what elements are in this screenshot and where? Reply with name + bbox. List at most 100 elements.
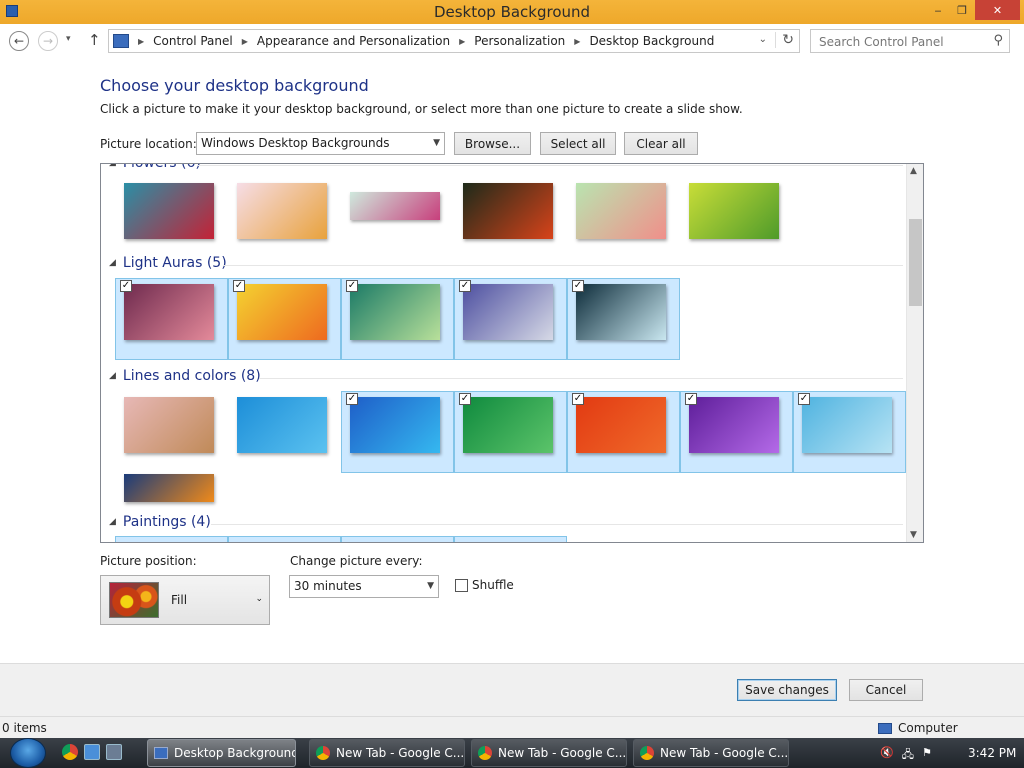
thumbnail-checkbox[interactable]: ✓ <box>120 280 132 292</box>
gallery-thumbnail[interactable]: ✓ <box>454 278 567 360</box>
gallery-thumbnail[interactable]: ✓ <box>454 391 567 473</box>
forward-button[interactable]: → <box>38 31 58 51</box>
gallery-scrollbar[interactable]: ▲ ▼ <box>906 164 923 542</box>
back-button[interactable]: ← <box>9 31 29 51</box>
taskbar-item-chrome[interactable]: New Tab - Google C... <box>633 739 789 767</box>
gallery-thumbnail[interactable] <box>567 177 680 259</box>
maximize-button[interactable]: ❐ <box>951 0 973 20</box>
shuffle-label[interactable]: Shuffle <box>472 578 514 592</box>
collapse-triangle-icon[interactable]: ◢ <box>109 164 116 168</box>
chevron-down-icon[interactable]: ⌄ <box>759 34 767 45</box>
wallpaper-preview-image <box>237 284 327 340</box>
action-center-icon[interactable]: ⚑ <box>922 746 932 765</box>
volume-muted-icon[interactable]: 🔇 <box>880 746 894 765</box>
thumbnail-checkbox[interactable]: ✓ <box>346 280 358 292</box>
collapse-triangle-icon[interactable]: ◢ <box>109 371 116 381</box>
collapse-triangle-icon[interactable]: ◢ <box>109 517 116 527</box>
gallery-thumbnail[interactable] <box>115 536 228 542</box>
gallery-thumbnail[interactable] <box>228 177 341 259</box>
thumbnail-checkbox[interactable]: ✓ <box>572 393 584 405</box>
gallery-group-header[interactable]: ◢ Lines and colors (8) <box>109 368 261 384</box>
clear-all-button[interactable]: Clear all <box>624 132 698 155</box>
gallery-thumbnail[interactable] <box>454 177 567 259</box>
chevron-down-icon: ▼ <box>427 581 434 591</box>
start-button[interactable] <box>10 738 46 768</box>
scroll-up-icon[interactable]: ▲ <box>910 166 917 176</box>
gallery-thumbnail[interactable] <box>341 536 454 542</box>
breadcrumb-personalization[interactable]: Personalization <box>474 34 565 48</box>
shuffle-checkbox[interactable] <box>455 579 468 592</box>
chrome-icon[interactable] <box>62 744 78 760</box>
search-input[interactable]: Search Control Panel ⚲ <box>810 29 1010 53</box>
thumbnail-checkbox[interactable]: ✓ <box>572 280 584 292</box>
wallpaper-preview-image <box>689 183 779 239</box>
breadcrumb-desktop-background[interactable]: Desktop Background <box>589 34 714 48</box>
search-icon[interactable]: ⚲ <box>993 33 1003 48</box>
task-label: Desktop Background <box>174 746 296 760</box>
gallery-thumbnail[interactable] <box>115 177 228 259</box>
gallery-thumbnail[interactable] <box>341 177 454 259</box>
chevron-down-icon: ▼ <box>433 138 440 148</box>
address-bar[interactable]: ▶ Control Panel ▶ Appearance and Persona… <box>108 29 800 53</box>
group-name: Lines and colors (8) <box>122 368 261 384</box>
network-icon[interactable]: 🖧 <box>902 746 914 765</box>
taskbar-item-desktop-background[interactable]: Desktop Background <box>147 739 296 767</box>
breadcrumb-appearance[interactable]: Appearance and Personalization <box>257 34 450 48</box>
thumbnail-checkbox[interactable]: ✓ <box>459 280 471 292</box>
select-all-button[interactable]: Select all <box>540 132 616 155</box>
wallpaper-preview-image <box>463 397 553 453</box>
scrollbar-thumb[interactable] <box>909 219 922 306</box>
save-changes-button[interactable]: Save changes <box>737 679 837 701</box>
gallery-thumbnail[interactable] <box>454 536 567 542</box>
chevron-right-icon[interactable]: ▶ <box>242 37 248 46</box>
breadcrumb-control-panel[interactable]: Control Panel <box>153 34 233 48</box>
gallery-thumbnail[interactable]: ✓ <box>115 278 228 360</box>
collapse-triangle-icon[interactable]: ◢ <box>109 258 116 268</box>
network-window-icon[interactable] <box>106 744 122 760</box>
gallery-thumbnail[interactable]: ✓ <box>567 391 680 473</box>
taskbar-item-chrome[interactable]: New Tab - Google C... <box>471 739 627 767</box>
gallery-thumbnail[interactable]: ✓ <box>680 391 793 473</box>
thumbnail-checkbox[interactable]: ✓ <box>233 280 245 292</box>
thumbnail-checkbox[interactable]: ✓ <box>798 393 810 405</box>
cancel-button[interactable]: Cancel <box>849 679 923 701</box>
title-bar: Desktop Background ‒ ❐ ✕ <box>0 0 1024 24</box>
wallpaper-preview-image <box>237 397 327 453</box>
gallery-group-header[interactable]: ◢ Flowers (6) <box>109 164 201 171</box>
wallpaper-preview-image <box>350 192 440 220</box>
change-interval-select[interactable]: 30 minutes ▼ <box>289 575 439 598</box>
gallery-thumbnail[interactable]: ✓ <box>793 391 906 473</box>
chrome-icon <box>478 746 492 760</box>
picture-location-label: Picture location: <box>100 137 197 151</box>
up-button[interactable]: ↑ <box>88 31 101 49</box>
picture-gallery[interactable]: ◢ Flowers (6) ◢ Light Auras (5) ✓ ✓ ✓ ✓ ✓ ◢ Lines … <box>100 163 924 543</box>
recent-locations-dropdown[interactable]: ▾ <box>66 34 71 44</box>
gallery-group-header[interactable]: ◢ Paintings (4) <box>109 514 211 530</box>
thumbnail-checkbox[interactable]: ✓ <box>685 393 697 405</box>
control-panel-icon <box>113 34 129 48</box>
picture-location-select[interactable]: Windows Desktop Backgrounds ▼ <box>196 132 445 155</box>
minimize-button[interactable]: ‒ <box>926 0 950 20</box>
gallery-thumbnail[interactable] <box>228 536 341 542</box>
browse-button[interactable]: Browse... <box>454 132 531 155</box>
thumbnail-checkbox[interactable]: ✓ <box>459 393 471 405</box>
chevron-right-icon[interactable]: ▶ <box>574 37 580 46</box>
taskbar-item-chrome[interactable]: New Tab - Google C... <box>309 739 465 767</box>
clock[interactable]: 3:42 PM <box>968 746 1016 760</box>
gallery-thumbnail[interactable]: ✓ <box>341 391 454 473</box>
chevron-right-icon[interactable]: ▶ <box>138 37 144 46</box>
gallery-thumbnail[interactable]: ✓ <box>228 278 341 360</box>
refresh-icon[interactable]: ↻ <box>775 32 794 48</box>
picture-position-select[interactable]: Fill ⌄ <box>100 575 270 625</box>
gallery-thumbnail[interactable]: ✓ <box>341 278 454 360</box>
chevron-right-icon[interactable]: ▶ <box>459 37 465 46</box>
gallery-thumbnail[interactable] <box>228 391 341 473</box>
close-button[interactable]: ✕ <box>975 0 1020 20</box>
gallery-group-header[interactable]: ◢ Light Auras (5) <box>109 255 227 271</box>
thumbnail-checkbox[interactable]: ✓ <box>346 393 358 405</box>
wallpaper-preview-image <box>576 397 666 453</box>
gallery-thumbnail[interactable] <box>680 177 793 259</box>
gallery-thumbnail[interactable]: ✓ <box>567 278 680 360</box>
show-desktop-icon[interactable] <box>84 744 100 760</box>
scroll-down-icon[interactable]: ▼ <box>910 530 917 540</box>
